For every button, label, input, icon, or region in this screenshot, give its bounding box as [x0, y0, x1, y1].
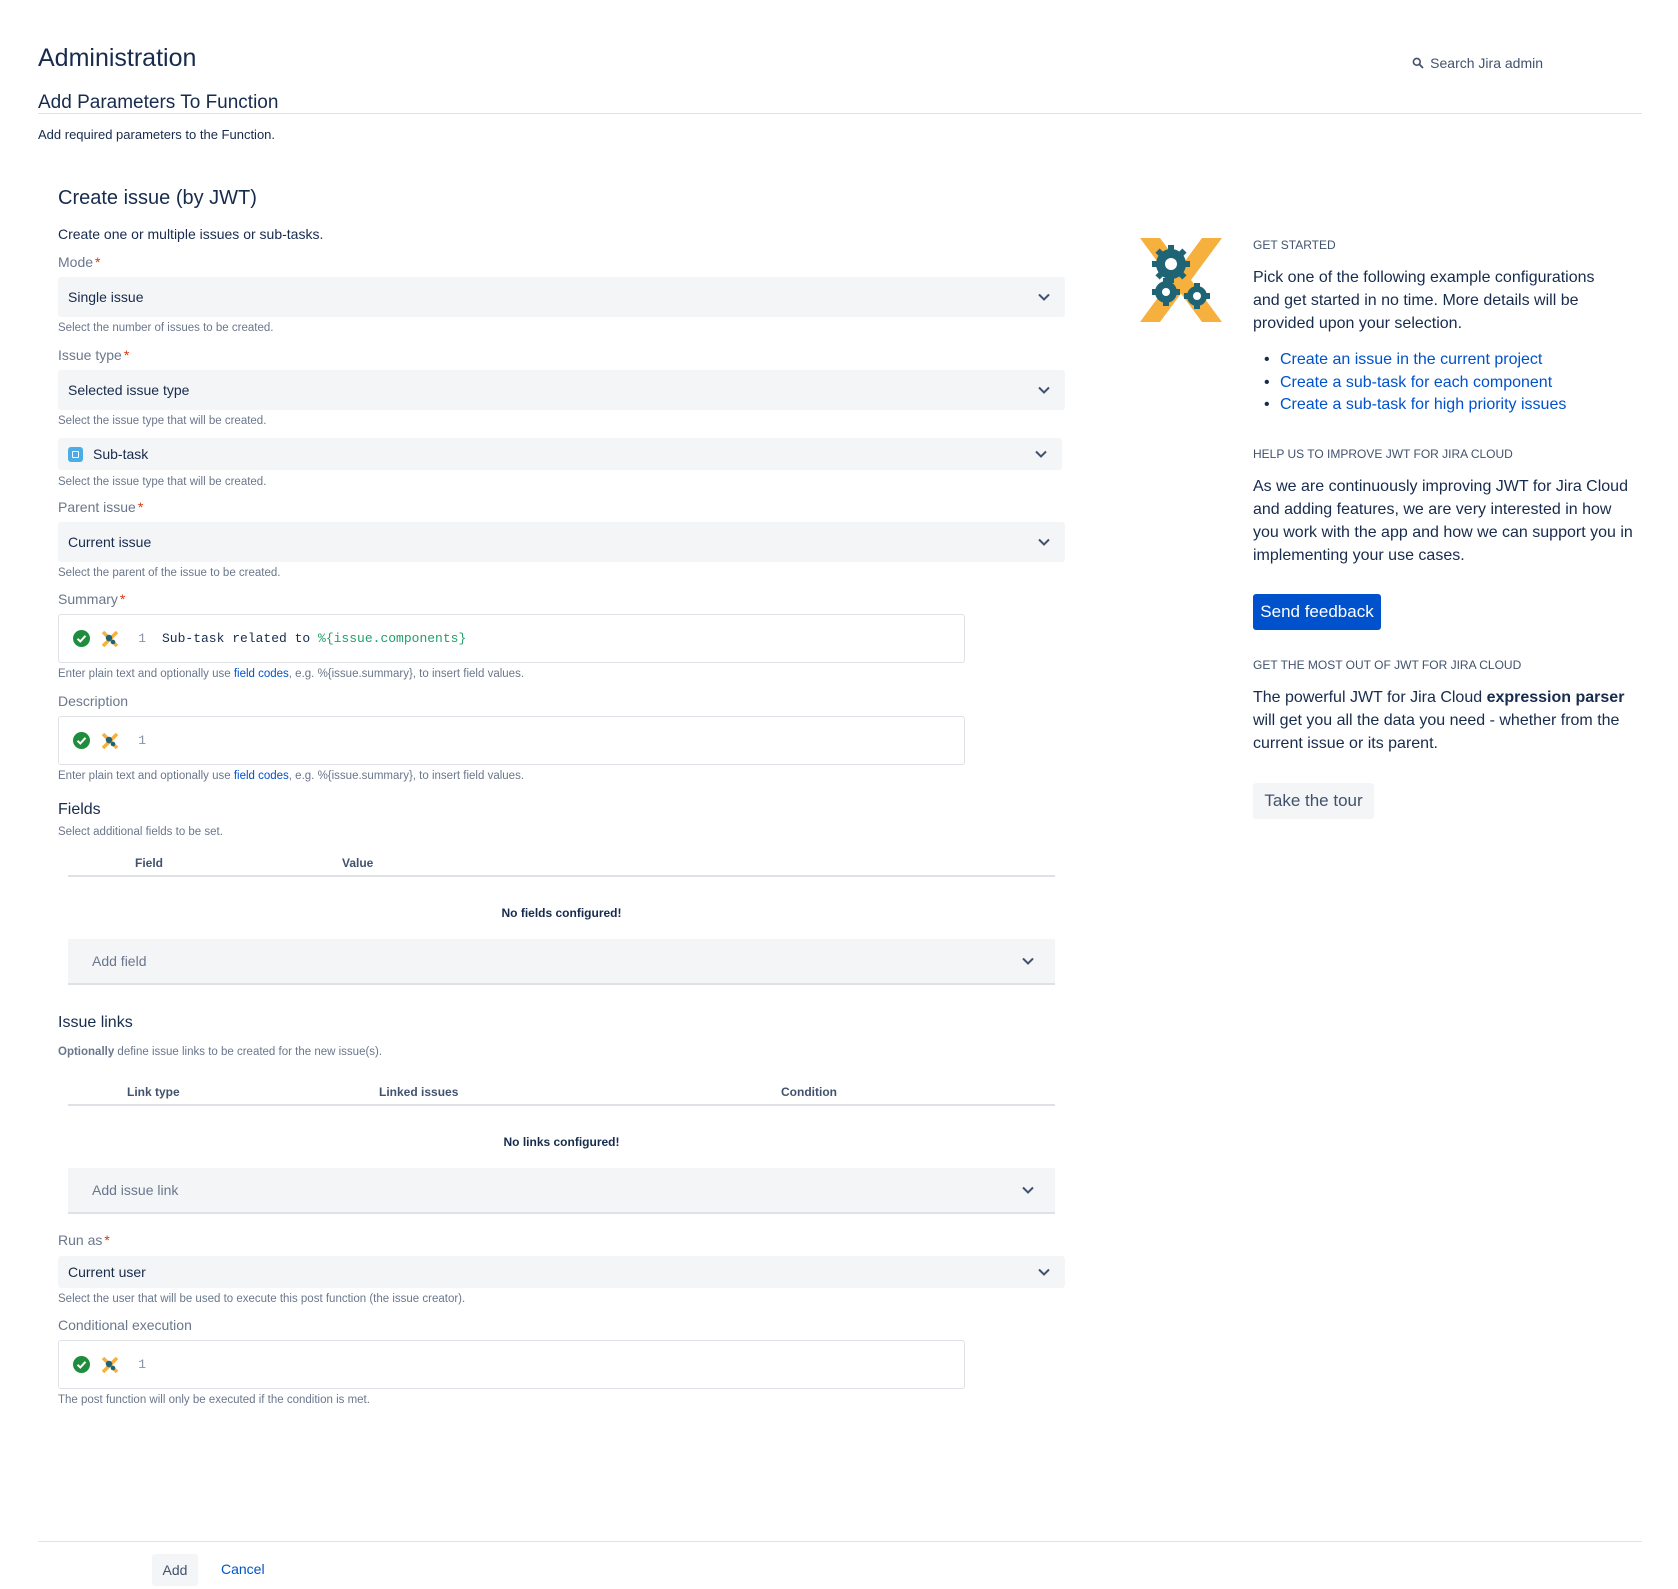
field-codes-link[interactable]: field codes — [234, 668, 289, 680]
fields-help: Select additional fields to be set. — [58, 826, 223, 838]
add-button[interactable]: Add — [152, 1554, 198, 1586]
mode-select[interactable]: Single issue — [58, 277, 1065, 317]
description-editor[interactable]: 1 — [58, 716, 965, 765]
conditional-label: Conditional execution — [58, 1317, 192, 1333]
fields-title: Fields — [58, 801, 101, 818]
chevron-down-icon — [1038, 538, 1050, 546]
issue-type-value-select[interactable]: Sub-task — [58, 438, 1062, 470]
fields-col-field: Field — [135, 856, 164, 870]
example-link[interactable]: Create a sub-task for each component — [1260, 372, 1640, 395]
description-help: Enter plain text and optionally use fiel… — [58, 770, 525, 782]
summary-help: Enter plain text and optionally use fiel… — [58, 668, 525, 680]
add-field-placeholder: Add field — [92, 953, 147, 969]
parent-issue-select[interactable]: Current issue — [58, 522, 1065, 562]
issue-links-title: Issue links — [58, 1014, 133, 1031]
page-title: Administration — [38, 44, 197, 72]
divider — [38, 113, 1642, 114]
issue-type-selected-value: Sub-task — [93, 446, 149, 462]
jwt-logo-icon — [102, 1356, 118, 1373]
links-empty-message: No links configured! — [503, 1135, 620, 1149]
page-subtitle: Add Parameters To Function — [38, 92, 279, 113]
chevron-down-icon — [1038, 1268, 1050, 1276]
add-issue-link-select[interactable]: Add issue link — [68, 1168, 1055, 1214]
jwt-logo-icon — [102, 630, 118, 647]
search-icon — [1412, 57, 1424, 69]
line-number: 1 — [138, 733, 146, 748]
page-intro: Add required parameters to the Function. — [38, 127, 276, 142]
example-link[interactable]: Create an issue in the current project — [1260, 349, 1640, 372]
links-col-condition: Condition — [781, 1085, 837, 1099]
send-feedback-button[interactable]: Send feedback — [1253, 594, 1381, 630]
run-as-value: Current user — [68, 1264, 146, 1280]
example-list: Create an issue in the current project C… — [1260, 349, 1640, 417]
chevron-down-icon — [1022, 957, 1034, 965]
run-as-label: Run as * — [58, 1232, 110, 1248]
run-as-help: Select the user that will be used to exe… — [58, 1293, 466, 1305]
table-rule — [68, 875, 1055, 877]
conditional-editor[interactable]: 1 — [58, 1340, 965, 1389]
mode-help: Select the number of issues to be create… — [58, 322, 274, 334]
jwt-logo-icon — [102, 732, 118, 749]
fields-col-value: Value — [342, 856, 374, 870]
divider — [38, 1541, 1642, 1542]
mode-value: Single issue — [68, 289, 144, 305]
run-as-select[interactable]: Current user — [58, 1256, 1065, 1288]
issue-type-select-help: Select the issue type that will be creat… — [58, 476, 267, 488]
issue-type-help: Select the issue type that will be creat… — [58, 415, 267, 427]
most-out-heading: GET THE MOST OUT OF JWT FOR JIRA CLOUD — [1253, 658, 1522, 672]
conditional-help: The post function will only be executed … — [58, 1394, 370, 1406]
links-col-link-type: Link type — [127, 1085, 180, 1099]
chevron-down-icon — [1035, 450, 1047, 458]
table-rule — [68, 1104, 1055, 1106]
field-codes-link[interactable]: field codes — [234, 770, 289, 782]
subtask-icon — [68, 446, 83, 462]
parent-issue-value: Current issue — [68, 534, 152, 550]
add-issue-link-placeholder: Add issue link — [92, 1182, 179, 1198]
parent-issue-label: Parent issue * — [58, 499, 144, 515]
issue-type-value: Selected issue type — [68, 382, 190, 398]
improve-heading: HELP US TO IMPROVE JWT FOR JIRA CLOUD — [1253, 447, 1513, 461]
summary-code-field: %{issue.components} — [318, 631, 467, 646]
check-circle-icon — [73, 630, 90, 647]
summary-label: Summary * — [58, 591, 126, 607]
line-number: 1 — [138, 1357, 146, 1372]
improve-text: As we are continuously improving JWT for… — [1253, 478, 1633, 564]
parent-issue-help: Select the parent of the issue to be cre… — [58, 567, 281, 579]
cancel-link[interactable]: Cancel — [221, 1561, 265, 1577]
form-description: Create one or multiple issues or sub-tas… — [58, 226, 324, 242]
example-link[interactable]: Create a sub-task for high priority issu… — [1260, 394, 1640, 417]
summary-code-text: Sub-task related to — [162, 631, 319, 646]
chevron-down-icon — [1038, 386, 1050, 394]
issue-type-label: Issue type * — [58, 347, 130, 363]
form-title: Create issue (by JWT) — [58, 187, 257, 209]
get-started-heading: GET STARTED — [1253, 238, 1336, 252]
check-circle-icon — [73, 732, 90, 749]
check-circle-icon — [73, 1356, 90, 1373]
add-field-select[interactable]: Add field — [68, 939, 1055, 985]
description-label: Description — [58, 693, 129, 709]
get-started-text: Pick one of the following example config… — [1253, 269, 1595, 332]
issue-type-select[interactable]: Selected issue type — [58, 370, 1065, 410]
links-col-linked-issues: Linked issues — [379, 1085, 459, 1099]
search-admin-label: Search Jira admin — [1430, 55, 1543, 71]
summary-editor[interactable]: 1 Sub-task related to %{issue.components… — [58, 614, 965, 663]
issue-links-help: Optionally define issue links to be crea… — [58, 1046, 383, 1058]
chevron-down-icon — [1022, 1186, 1034, 1194]
search-admin-link[interactable]: Search Jira admin — [1412, 55, 1543, 71]
jwt-logo-icon — [1140, 238, 1222, 322]
chevron-down-icon — [1038, 293, 1050, 301]
take-tour-button[interactable]: Take the tour — [1253, 783, 1374, 819]
mode-label: Mode * — [58, 254, 101, 270]
line-number: 1 — [138, 631, 146, 646]
fields-empty-message: No fields configured! — [501, 906, 622, 920]
most-out-text: The powerful JWT for Jira Cloud expressi… — [1253, 689, 1625, 752]
